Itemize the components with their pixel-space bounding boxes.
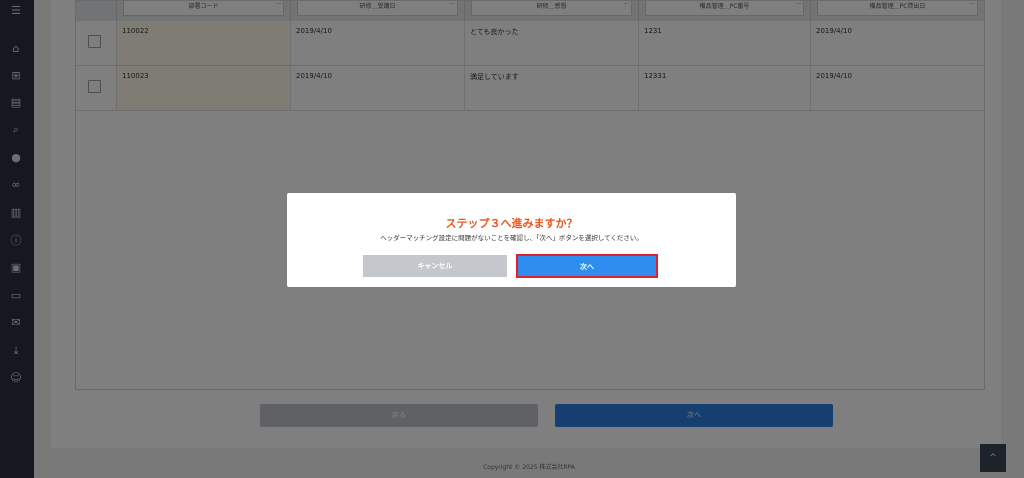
dialog-next-button[interactable]: 次へ [516, 254, 658, 278]
dialog-message: ヘッダーマッチング設定に問題がないことを確認し、「次へ」ボタンを選択してください… [380, 234, 643, 242]
cancel-button[interactable]: キャンセル [363, 255, 507, 277]
confirm-dialog: ステップ３へ進みますか？ ヘッダーマッチング設定に問題がないことを確認し、「次へ… [287, 193, 736, 287]
dialog-title: ステップ３へ進みますか？ [445, 217, 578, 230]
